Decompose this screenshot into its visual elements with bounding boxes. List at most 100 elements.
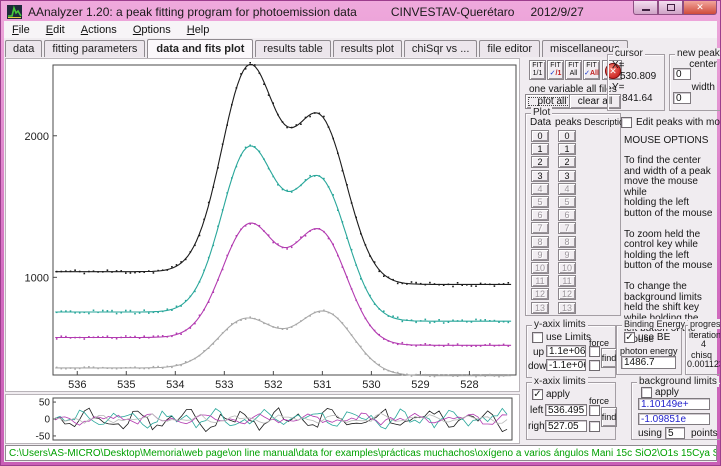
fit-button-2[interactable]: FIT✓/1 bbox=[547, 60, 564, 80]
new-peak-center-label: center bbox=[689, 59, 717, 70]
peaks-button-7: 7 bbox=[558, 222, 576, 234]
y-find-button[interactable]: find bbox=[601, 348, 617, 368]
plot-col-peaks: peaks bbox=[555, 117, 582, 128]
use-be-checkbox[interactable]: ✓ bbox=[624, 332, 635, 343]
bg-using-points-field[interactable]: 5 bbox=[665, 427, 685, 439]
tab-file-editor[interactable]: file editor bbox=[479, 40, 540, 57]
background-limits-title: background limits bbox=[637, 376, 719, 387]
peaks-button-10: 10 bbox=[558, 262, 576, 274]
data-button-8: 8 bbox=[531, 236, 549, 248]
bg-upper-limit-field[interactable]: 1.10149e+ bbox=[638, 398, 710, 410]
maximize-icon bbox=[667, 4, 675, 11]
data-button-9: 9 bbox=[531, 249, 549, 261]
data-button-5: 5 bbox=[531, 196, 549, 208]
svg-text:531: 531 bbox=[313, 379, 331, 391]
bg-apply-checkbox[interactable] bbox=[641, 387, 652, 398]
bg-lower-limit-field[interactable]: -1.09851e bbox=[638, 413, 710, 425]
residual-plot-svg: 500-50 bbox=[6, 395, 519, 443]
x-apply-label: apply bbox=[546, 389, 570, 400]
y-up-label: up bbox=[533, 347, 544, 358]
edit-peaks-checkbox[interactable] bbox=[621, 117, 632, 128]
menu-file[interactable]: File bbox=[4, 23, 38, 37]
title-bar[interactable]: AAnalyzer 1.20: a peak fitting program f… bbox=[4, 3, 717, 21]
menu-edit[interactable]: Edit bbox=[38, 23, 73, 37]
residual-plot-panel[interactable]: 500-50 bbox=[5, 394, 520, 444]
data-button-13: 13 bbox=[531, 302, 549, 314]
x-force-left-checkbox[interactable] bbox=[589, 405, 600, 416]
y-axis-limits-group: y-axix limits use Limits force up 1.1e+0… bbox=[526, 325, 616, 378]
x-right-field[interactable]: 527.05 bbox=[545, 420, 587, 432]
new-peak-width-label: width bbox=[692, 82, 715, 93]
data-button-0[interactable]: 0 bbox=[531, 130, 549, 142]
tab-data[interactable]: data bbox=[5, 40, 42, 57]
tab-results-plot[interactable]: results plot bbox=[333, 40, 402, 57]
peaks-button-0[interactable]: 0 bbox=[558, 130, 576, 142]
y-up-field[interactable]: 1.1e+06 bbox=[546, 345, 586, 357]
progress-group: progress iteration 4 chisq 0.001123 bbox=[685, 325, 721, 375]
app-window: AAnalyzer 1.20: a peak fitting program f… bbox=[0, 0, 721, 466]
mouse-options-title: MOUSE OPTIONS bbox=[624, 135, 721, 146]
cursor-y-label: Y= bbox=[612, 82, 625, 93]
close-button[interactable]: ✕ bbox=[683, 1, 717, 15]
x-apply-checkbox[interactable]: ✓ bbox=[532, 389, 543, 400]
peaks-button-1[interactable]: 1 bbox=[558, 143, 576, 155]
minimize-icon bbox=[642, 9, 650, 11]
window-controls: ✕ bbox=[633, 1, 717, 15]
fit-button-1[interactable]: FIT1/1 bbox=[529, 60, 546, 80]
y-down-field[interactable]: -1.1e+06 bbox=[546, 359, 586, 371]
x-left-field[interactable]: 536.495 bbox=[545, 404, 587, 416]
new-peak-width-field[interactable]: 0 bbox=[673, 92, 691, 104]
fit-button-3[interactable]: FITAll bbox=[565, 60, 582, 80]
y-force-down-checkbox[interactable] bbox=[589, 360, 600, 371]
window-date: 2012/9/27 bbox=[530, 5, 583, 19]
data-button-1[interactable]: 1 bbox=[531, 143, 549, 155]
tab-results-table[interactable]: results table bbox=[255, 40, 330, 57]
cursor-x-value: 530.809 bbox=[620, 71, 656, 82]
iteration-value: 4 bbox=[701, 339, 706, 349]
main-plot-panel[interactable]: 53653553453353253153052952810002000 bbox=[5, 58, 520, 392]
data-button-10: 10 bbox=[531, 262, 549, 274]
status-bar: C:\Users\AS-MICRO\Desktop\Memoria\web pa… bbox=[5, 445, 717, 461]
svg-text:50: 50 bbox=[39, 398, 51, 409]
data-button-7: 7 bbox=[531, 222, 549, 234]
fit-button-4[interactable]: FIT✓All bbox=[583, 60, 600, 80]
window-org: CINVESTAV-Querétaro bbox=[391, 5, 515, 19]
tab-data-and-fits-plot[interactable]: data and fits plot bbox=[147, 39, 253, 58]
new-peak-center-field[interactable]: 0 bbox=[673, 68, 691, 80]
bg-points-label: points bbox=[691, 428, 718, 439]
svg-text:534: 534 bbox=[166, 379, 184, 391]
photon-energy-field[interactable]: 1486.7 bbox=[621, 356, 676, 369]
svg-text:529: 529 bbox=[411, 379, 429, 391]
minimize-button[interactable] bbox=[633, 1, 658, 15]
svg-text:535: 535 bbox=[117, 379, 135, 391]
svg-text:0: 0 bbox=[44, 415, 50, 426]
tab-chisqr-vs-[interactable]: chiSqr vs ... bbox=[404, 40, 477, 57]
svg-text:1000: 1000 bbox=[25, 272, 49, 284]
tab-fitting-parameters[interactable]: fitting parameters bbox=[44, 40, 145, 57]
maximize-button[interactable] bbox=[658, 1, 683, 15]
status-path: C:\Users\AS-MICRO\Desktop\Memoria\web pa… bbox=[9, 448, 717, 459]
menu-help[interactable]: Help bbox=[179, 23, 218, 37]
progress-title: progress bbox=[688, 319, 721, 329]
data-button-3[interactable]: 3 bbox=[531, 170, 549, 182]
x-force-right-checkbox[interactable] bbox=[589, 421, 600, 432]
tab-bar: datafitting parametersdata and fits plot… bbox=[5, 38, 630, 57]
y-force-up-checkbox[interactable] bbox=[589, 346, 600, 357]
peaks-button-12: 12 bbox=[558, 288, 576, 300]
menu-options[interactable]: Options bbox=[125, 23, 179, 37]
use-limits-checkbox[interactable] bbox=[532, 332, 543, 343]
x-find-button[interactable]: find bbox=[601, 407, 617, 427]
cursor-x-label: X= bbox=[612, 60, 625, 71]
peaks-button-5: 5 bbox=[558, 196, 576, 208]
menu-actions[interactable]: Actions bbox=[73, 23, 125, 37]
data-button-6: 6 bbox=[531, 209, 549, 221]
data-button-2[interactable]: 2 bbox=[531, 156, 549, 168]
svg-text:536: 536 bbox=[68, 379, 86, 391]
background-limits-group: background limits apply 1.10149e+ -1.098… bbox=[631, 382, 721, 440]
mouse-options-paragraph: To zoom held the control key while holdi… bbox=[624, 230, 721, 272]
use-limits-label: use Limits bbox=[546, 332, 591, 343]
x-axis-limits-title: x-axix limits bbox=[532, 376, 588, 387]
peaks-button-3[interactable]: 3 bbox=[558, 170, 576, 182]
svg-text:528: 528 bbox=[460, 379, 478, 391]
peaks-button-2[interactable]: 2 bbox=[558, 156, 576, 168]
